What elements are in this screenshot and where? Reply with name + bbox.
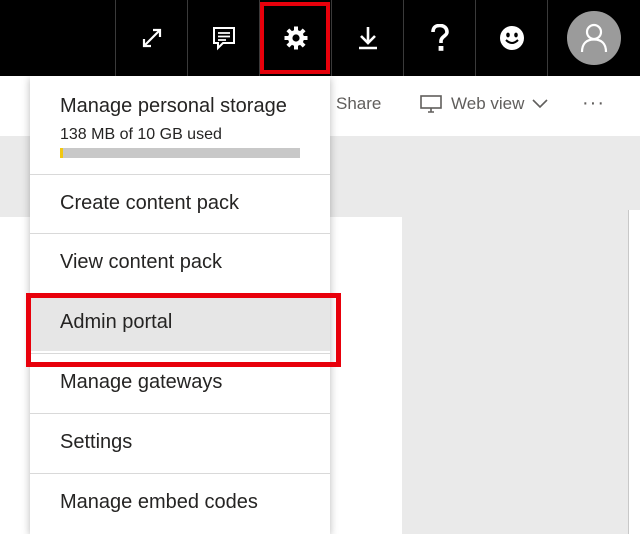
menu-item-label: Create content pack xyxy=(60,192,239,214)
avatar xyxy=(567,11,621,65)
user-icon xyxy=(580,23,608,53)
storage-usage-bar xyxy=(60,148,300,158)
menu-item-label: Manage embed codes xyxy=(60,491,258,513)
admin-portal-item[interactable]: Admin portal xyxy=(30,293,330,351)
menu-item-label: Admin portal xyxy=(60,311,173,333)
storage-usage-fill xyxy=(60,148,63,158)
fullscreen-button[interactable] xyxy=(115,0,187,76)
expand-icon xyxy=(142,28,161,48)
menu-item-label: Settings xyxy=(60,431,133,453)
menu-item-label: View content pack xyxy=(60,251,222,273)
manage-storage-item[interactable]: Manage personal storage 138 MB of 10 GB … xyxy=(30,76,330,174)
smiley-icon xyxy=(499,26,524,50)
download-icon xyxy=(358,27,377,50)
storage-usage-text: 138 MB of 10 GB used xyxy=(60,126,222,143)
web-view-label: Web view xyxy=(451,94,525,113)
settings-menu: Manage personal storage 138 MB of 10 GB … xyxy=(30,76,330,534)
web-view-dropdown[interactable]: Web view xyxy=(420,94,548,114)
settings-item[interactable]: Settings xyxy=(30,413,330,471)
create-content-pack-item[interactable]: Create content pack xyxy=(30,174,330,232)
more-label: ··· xyxy=(582,92,605,114)
account-button[interactable] xyxy=(547,0,640,76)
smiley-button[interactable] xyxy=(475,0,547,76)
monitor-icon xyxy=(420,95,442,113)
manage-embed-codes-item[interactable]: Manage embed codes xyxy=(30,473,330,531)
download-button[interactable] xyxy=(331,0,403,76)
storage-title: Manage personal storage xyxy=(60,95,287,117)
gear-icon xyxy=(284,26,307,50)
vertical-scrollbar[interactable] xyxy=(628,210,640,534)
more-options-button[interactable]: ··· xyxy=(582,92,605,115)
help-button[interactable] xyxy=(403,0,475,76)
settings-button[interactable] xyxy=(259,0,331,76)
feedback-icon xyxy=(212,27,235,51)
top-bar xyxy=(0,0,640,76)
view-content-pack-item[interactable]: View content pack xyxy=(30,233,330,291)
menu-item-label: Manage gateways xyxy=(60,371,223,393)
share-button[interactable]: Share xyxy=(336,94,381,114)
manage-gateways-item[interactable]: Manage gateways xyxy=(30,353,330,411)
share-label: Share xyxy=(336,94,382,113)
feedback-button[interactable] xyxy=(187,0,259,76)
chevron-down-icon xyxy=(532,99,548,109)
help-icon xyxy=(430,24,449,51)
